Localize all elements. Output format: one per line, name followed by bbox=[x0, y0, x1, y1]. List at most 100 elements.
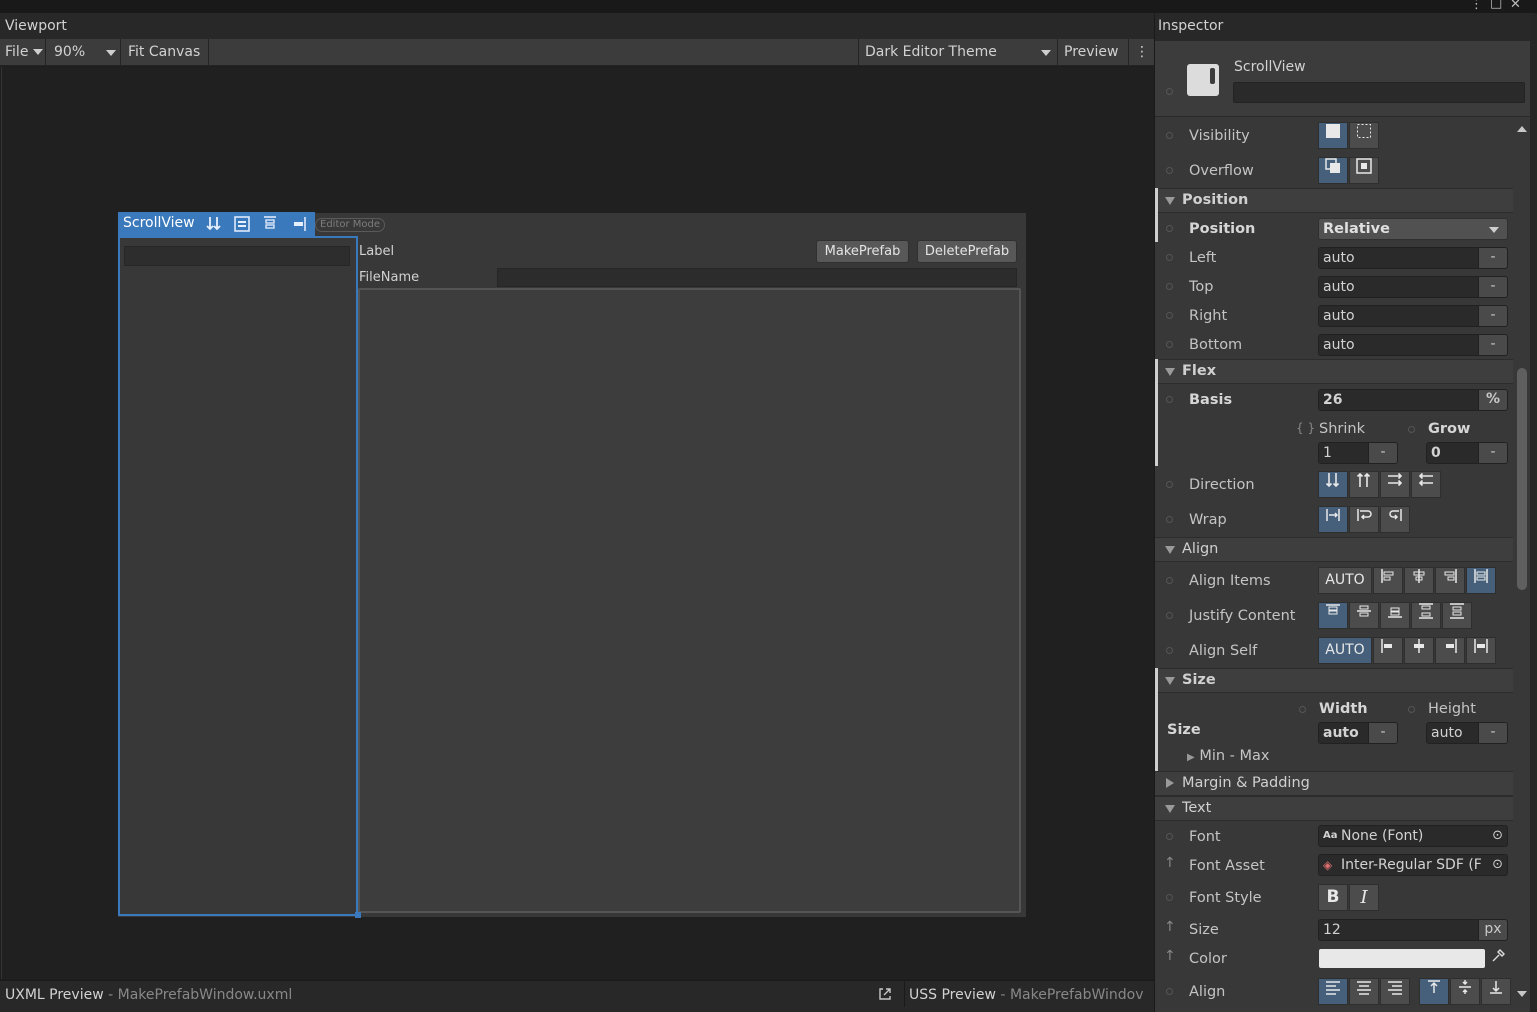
justify-center-toggle[interactable] bbox=[1349, 602, 1379, 629]
grow-unit-dropdown[interactable]: - bbox=[1478, 442, 1508, 464]
top-input[interactable]: auto bbox=[1318, 276, 1480, 298]
direction-column-icon[interactable] bbox=[205, 215, 223, 233]
maximize-icon[interactable]: □ bbox=[1490, 0, 1502, 11]
direction-row-toggle[interactable] bbox=[1380, 471, 1410, 498]
scrollview-selection-outline[interactable] bbox=[118, 236, 358, 916]
align-self-auto-toggle[interactable]: AUTO bbox=[1318, 637, 1372, 664]
shrink-input[interactable]: 1 bbox=[1318, 442, 1370, 464]
align-self-start-toggle[interactable] bbox=[1373, 637, 1403, 664]
shrink-unit-dropdown[interactable]: - bbox=[1368, 442, 1398, 464]
bottom-unit-dropdown[interactable]: - bbox=[1478, 334, 1508, 356]
text-align-right-toggle[interactable] bbox=[1380, 978, 1410, 1005]
left-input[interactable]: auto bbox=[1318, 247, 1480, 269]
text-size-input[interactable]: 12 bbox=[1318, 919, 1480, 941]
file-menu[interactable]: File bbox=[0, 39, 46, 66]
flex-section-header[interactable]: Flex bbox=[1155, 359, 1513, 384]
scrollview-content-element[interactable] bbox=[124, 246, 350, 266]
font-asset-object-field[interactable]: ◈ Inter-Regular SDF (F ⊙ bbox=[1318, 854, 1508, 876]
justify-start-toggle[interactable] bbox=[1318, 602, 1348, 629]
element-name-input[interactable] bbox=[1233, 82, 1525, 103]
text-size-unit-dropdown[interactable]: px bbox=[1478, 919, 1508, 941]
basis-input[interactable]: 26 bbox=[1318, 389, 1480, 411]
align-items-stretch-toggle[interactable] bbox=[1466, 567, 1496, 594]
text-valign-middle-toggle[interactable] bbox=[1450, 978, 1480, 1005]
min-max-foldout[interactable]: ▶ Min - Max bbox=[1187, 748, 1269, 764]
text-align-left-toggle[interactable] bbox=[1318, 978, 1348, 1005]
top-unit-dropdown[interactable]: - bbox=[1478, 276, 1508, 298]
justify-end-toggle[interactable] bbox=[1380, 602, 1410, 629]
justify-space-around-toggle[interactable] bbox=[1442, 602, 1472, 629]
align-items-end-toggle[interactable] bbox=[1435, 567, 1465, 594]
margin-padding-section-header[interactable]: Margin & Padding bbox=[1155, 771, 1513, 796]
font-object-field[interactable]: Aa None (Font) ⊙ bbox=[1318, 825, 1508, 847]
text-align-center-toggle[interactable] bbox=[1349, 978, 1379, 1005]
theme-dropdown[interactable]: Dark Editor Theme bbox=[858, 39, 1058, 66]
align-stretch-icon[interactable] bbox=[233, 215, 251, 233]
wrap-reverse-toggle[interactable] bbox=[1380, 506, 1410, 533]
editor-mode-badge[interactable]: Editor Mode bbox=[315, 218, 386, 232]
visibility-visible-toggle[interactable] bbox=[1318, 122, 1348, 149]
object-picker-icon[interactable]: ⊙ bbox=[1492, 826, 1503, 846]
width-unit-dropdown[interactable]: - bbox=[1368, 722, 1398, 744]
align-items-start-toggle[interactable] bbox=[1373, 567, 1403, 594]
fit-canvas-button[interactable]: Fit Canvas bbox=[123, 39, 209, 66]
align-items-auto-toggle[interactable]: AUTO bbox=[1318, 567, 1372, 594]
position-section-header[interactable]: Position bbox=[1155, 188, 1513, 213]
wrap-nowrap-toggle[interactable] bbox=[1318, 506, 1348, 533]
text-section-header[interactable]: Text bbox=[1155, 796, 1513, 821]
align-self-center-toggle[interactable] bbox=[1404, 637, 1434, 664]
more-options-icon[interactable]: ⋮ bbox=[1470, 0, 1483, 12]
align-section-header[interactable]: Align bbox=[1155, 537, 1513, 562]
text-valign-top-toggle[interactable] bbox=[1419, 978, 1449, 1005]
selection-resize-handle[interactable] bbox=[355, 912, 361, 918]
align-self-end-toggle[interactable] bbox=[1435, 637, 1465, 664]
preview-button[interactable]: Preview bbox=[1059, 39, 1129, 66]
align-self-end-icon[interactable] bbox=[290, 215, 308, 233]
make-prefab-button[interactable]: MakePrefab bbox=[816, 240, 909, 263]
justify-space-between-toggle[interactable] bbox=[1411, 602, 1441, 629]
overflow-visible-toggle[interactable] bbox=[1318, 157, 1348, 184]
close-icon[interactable]: ✕ bbox=[1510, 0, 1521, 12]
filename-input[interactable] bbox=[497, 268, 1017, 287]
scroll-down-icon[interactable] bbox=[1517, 991, 1527, 997]
viewport-menu-icon[interactable]: ⋮ bbox=[1131, 39, 1153, 66]
color-swatch[interactable] bbox=[1319, 949, 1485, 968]
overflow-hidden-toggle[interactable] bbox=[1349, 157, 1379, 184]
basis-unit-dropdown[interactable]: % bbox=[1478, 389, 1508, 411]
align-self-stretch-toggle[interactable] bbox=[1466, 637, 1496, 664]
right-input[interactable]: auto bbox=[1318, 305, 1480, 327]
size-section-header[interactable]: Size bbox=[1155, 668, 1513, 693]
content-scroll-area[interactable] bbox=[358, 288, 1021, 913]
direction-row-reverse-toggle[interactable] bbox=[1411, 471, 1441, 498]
delete-prefab-button[interactable]: DeletePrefab bbox=[917, 240, 1017, 263]
open-external-icon[interactable] bbox=[877, 986, 893, 1006]
uss-preview-tab[interactable]: USS Preview - MakePrefabWindov bbox=[904, 981, 1154, 1007]
width-input[interactable]: auto bbox=[1318, 722, 1370, 744]
viewport-tab[interactable]: Viewport bbox=[0, 13, 1154, 39]
text-valign-bottom-toggle[interactable] bbox=[1481, 978, 1511, 1005]
scroll-up-icon[interactable] bbox=[1517, 126, 1527, 132]
bottom-input[interactable]: auto bbox=[1318, 334, 1480, 356]
height-unit-dropdown[interactable]: - bbox=[1478, 722, 1508, 744]
grow-input[interactable]: 0 bbox=[1426, 442, 1480, 464]
inspector-scrollbar-thumb[interactable] bbox=[1517, 368, 1527, 590]
wrap-wrap-toggle[interactable] bbox=[1349, 506, 1379, 533]
object-picker-icon[interactable]: ⊙ bbox=[1492, 855, 1503, 875]
height-input[interactable]: auto bbox=[1426, 722, 1480, 744]
visibility-hidden-toggle[interactable] bbox=[1349, 122, 1379, 149]
justify-start-icon[interactable] bbox=[261, 215, 279, 233]
position-dropdown[interactable]: Relative bbox=[1318, 218, 1508, 240]
right-unit-dropdown[interactable]: - bbox=[1478, 305, 1508, 327]
inspector-tab[interactable]: Inspector bbox=[1155, 13, 1530, 41]
uxml-preview-tab[interactable]: UXML Preview - MakePrefabWindow.uxml bbox=[5, 987, 292, 1003]
scrollview-selection-header[interactable]: ScrollView bbox=[118, 212, 315, 236]
label-element[interactable]: Label bbox=[359, 244, 394, 259]
eyedropper-icon[interactable] bbox=[1488, 949, 1508, 969]
direction-column-toggle[interactable] bbox=[1318, 471, 1348, 498]
font-style-bold-toggle[interactable]: B bbox=[1318, 884, 1348, 911]
align-items-center-toggle[interactable] bbox=[1404, 567, 1434, 594]
font-style-italic-toggle[interactable]: I bbox=[1349, 884, 1379, 911]
left-unit-dropdown[interactable]: - bbox=[1478, 247, 1508, 269]
direction-column-reverse-toggle[interactable] bbox=[1349, 471, 1379, 498]
zoom-dropdown[interactable]: 90% bbox=[49, 39, 121, 66]
